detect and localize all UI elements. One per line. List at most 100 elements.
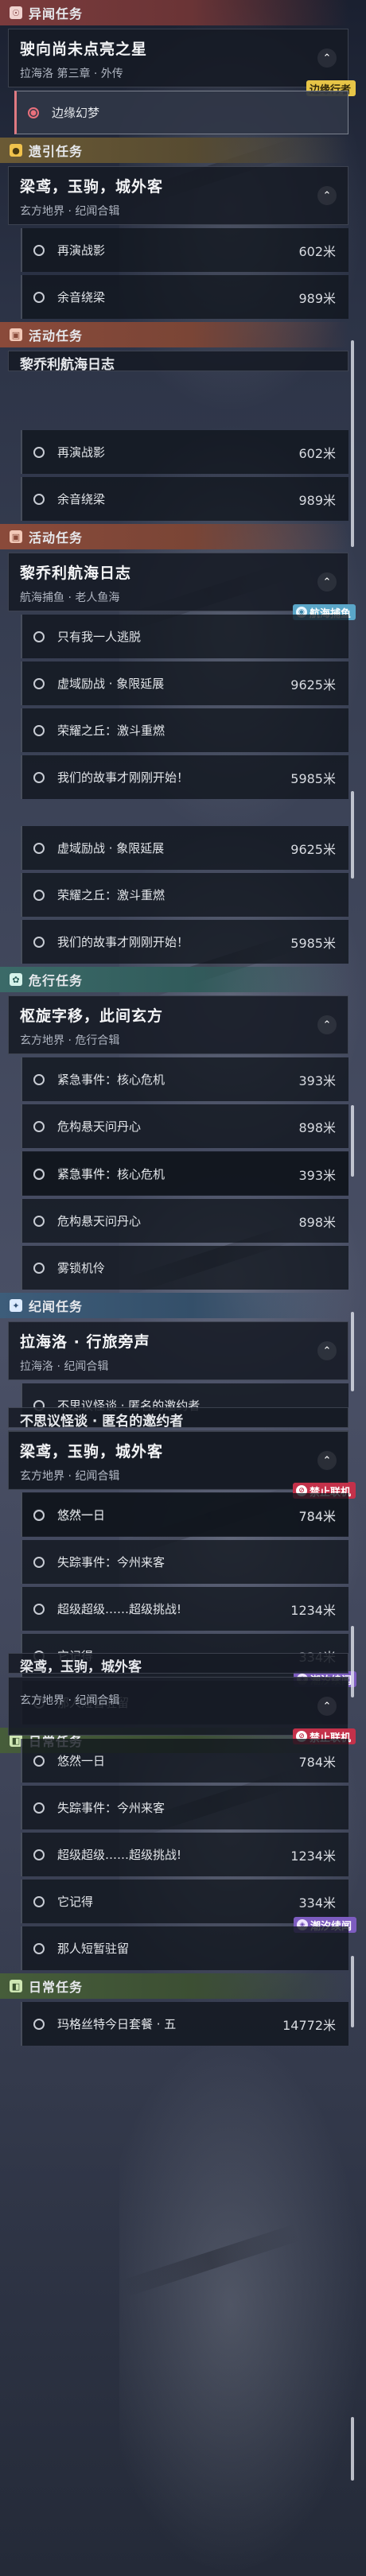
quest-step[interactable]: 紧急事件：核心危机 393米 xyxy=(21,1057,348,1101)
collapse-chevron-icon[interactable]: ⌃ xyxy=(317,1341,337,1360)
step-label: 失踪事件：今州来客 xyxy=(57,1801,165,1815)
step-label: 悠然一日 xyxy=(57,1508,106,1523)
quest-step[interactable]: 超级超级……超级挑战! 1234米 xyxy=(21,1833,348,1876)
collapse-chevron-icon[interactable]: ⌃ xyxy=(317,572,337,592)
quest-card[interactable]: 拉海洛 · 行旅旁声 拉海洛 · 纪闻合辑 ⌃ xyxy=(8,1321,348,1380)
quest-step[interactable]: 雾锁机伶 xyxy=(21,1246,348,1290)
step-distance: 989米 xyxy=(298,492,336,508)
quest-card-partial: 黎乔利航海日志 xyxy=(8,351,348,373)
step-label: 超级超级……超级挑战! xyxy=(57,1602,182,1616)
section-header[interactable]: ◧ 日常任务 xyxy=(0,1973,348,1999)
quest-step[interactable]: 边缘幻梦 xyxy=(14,91,348,134)
event-icon: ▣ xyxy=(10,530,22,543)
step-distance: 9625米 xyxy=(290,841,336,857)
quest-card[interactable]: 驶向尚未点亮之星 拉海洛 第三章 · 外传 ⌃ 边缘行者 xyxy=(8,29,356,96)
quest-subtitle: 玄方地界 · 纪闻合辑 xyxy=(20,205,120,218)
collapse-chevron-icon[interactable]: ⌃ xyxy=(317,1451,337,1470)
section-title: 纪闻任务 xyxy=(29,1299,84,1314)
quest-step[interactable]: 只有我一人逃脱 xyxy=(21,615,348,658)
step-distance: 393米 xyxy=(298,1167,336,1183)
quest-step[interactable]: 那人短暂驻留 xyxy=(21,1926,348,1970)
radio-circle-icon xyxy=(33,1755,45,1767)
scrollbar-thumb[interactable] xyxy=(351,1105,354,1177)
quest-card[interactable]: 枢旋字移，此间玄方 玄方地界 · 危行合辑 ⌃ xyxy=(8,995,348,1054)
quest-step[interactable]: 它记得334米◈潮汐续闻 xyxy=(21,1880,356,1933)
quest-step[interactable]: 再演战影 602米 xyxy=(21,430,348,474)
step-label: 悠然一日 xyxy=(57,1754,106,1768)
step-label: 余音绕梁 xyxy=(57,290,106,305)
section-header[interactable]: ☉ 异闻任务 xyxy=(0,0,348,25)
step-label: 余音绕梁 xyxy=(57,492,106,506)
collapse-chevron-icon[interactable]: ⌃ xyxy=(317,186,337,205)
scrollbar-thumb[interactable] xyxy=(351,1956,354,2027)
step-distance: 898米 xyxy=(298,1214,336,1230)
quest-step[interactable]: 我们的故事才刚刚开始！ 5985米 xyxy=(21,920,348,964)
quest-step[interactable]: 紧急事件：核心危机 393米 xyxy=(21,1152,348,1196)
radio-circle-icon xyxy=(33,842,45,854)
quest-card[interactable]: 黎乔利航海日志 航海捕鱼 · 老人鱼海 ⌃ ◉ 航海捕鱼 xyxy=(8,553,356,620)
quest-card-partial: 不思议怪谈 · 匿名的邀约者 xyxy=(8,1407,348,1430)
quest-step[interactable]: 余音绕梁 989米 xyxy=(21,477,348,521)
step-label: 紧急事件：核心危机 xyxy=(57,1167,165,1181)
quest-step[interactable]: 危构悬天问丹心 898米 xyxy=(21,1199,348,1243)
quest-step[interactable]: 再演战影 602米 xyxy=(21,228,348,272)
quest-step[interactable]: 超级超级……超级挑战! 1234米 xyxy=(21,1587,348,1631)
quest-subtitle: 玄方地界 · 纪闻合辑 xyxy=(20,1694,120,1707)
section-header[interactable]: ▣ 活动任务 xyxy=(0,524,348,549)
radio-circle-icon xyxy=(28,107,39,118)
quest-step[interactable]: 虚域励战 · 象限延展 9625米 xyxy=(21,661,348,705)
quest-step[interactable]: 虚域励战 · 象限延展 9625米 xyxy=(21,826,348,870)
scrollbar-thumb[interactable] xyxy=(351,791,354,879)
radio-circle-icon xyxy=(33,1849,45,1860)
mystery-icon: ☉ xyxy=(10,6,22,19)
step-label: 虚域励战 · 象限延展 xyxy=(57,841,165,855)
scrollbar-thumb[interactable] xyxy=(351,2417,354,2481)
section-title: 异闻任务 xyxy=(29,6,84,21)
quest-step[interactable]: 玛格丝特今日套餐 · 五 14772米 xyxy=(21,2002,348,2046)
step-distance: 14772米 xyxy=(282,2017,336,2033)
step-label: 紧急事件：核心危机 xyxy=(57,1073,165,1087)
step-distance: 9625米 xyxy=(290,677,336,692)
guide-icon: ● xyxy=(10,144,22,157)
quest-step[interactable]: 危构悬天问丹心 898米 xyxy=(21,1104,348,1148)
scrollbar-thumb[interactable] xyxy=(351,1312,354,1391)
scrollbar-thumb[interactable] xyxy=(351,340,354,547)
quest-panel: 虚域励战 · 象限延展 9625米荣耀之丘：激斗重燃我们的故事才刚刚开始！ 5985… xyxy=(0,823,366,1198)
quest-title: 拉海洛 · 行旅旁声 xyxy=(20,1333,150,1351)
section-title: 活动任务 xyxy=(29,328,84,343)
quest-subtitle: 拉海洛 第三章 · 外传 xyxy=(20,68,123,80)
radio-circle-icon xyxy=(33,1509,45,1521)
quest-step[interactable]: 荣耀之丘：激斗重燃 xyxy=(21,873,348,917)
radio-circle-icon xyxy=(33,1556,45,1568)
step-label: 失踪事件：今州来客 xyxy=(57,1555,165,1569)
quest-card[interactable]: 梁鸢，玉驹，城外客玄方地界 · 纪闻合辑 ⌃ xyxy=(8,166,348,225)
step-label: 荣耀之丘：激斗重燃 xyxy=(57,888,165,902)
collapse-chevron-icon[interactable]: ⌃ xyxy=(317,48,337,68)
section-header[interactable]: ✦ 纪闻任务 xyxy=(0,1293,348,1318)
section-header[interactable]: ● 遗引任务 xyxy=(0,138,348,163)
collapse-chevron-icon[interactable]: ⌃ xyxy=(317,1697,337,1716)
quest-step[interactable]: 失踪事件：今州来客 xyxy=(21,1540,348,1584)
section-title: 危行任务 xyxy=(29,973,84,988)
section-title: 活动任务 xyxy=(29,530,84,545)
quest-step[interactable]: 失踪事件：今州来客 xyxy=(21,1786,348,1829)
step-distance: 334米 xyxy=(298,1895,336,1911)
section-header[interactable]: ✿ 危行任务 xyxy=(0,967,348,992)
quest-card[interactable]: 梁鸢，玉驹，城外客玄方地界 · 纪闻合辑⌃⊘禁止联机 xyxy=(8,1431,356,1499)
quest-step[interactable]: 悠然一日 784米 xyxy=(21,1739,348,1783)
quest-step[interactable]: 荣耀之丘：激斗重燃 xyxy=(21,708,348,752)
quest-panel: 梁鸢，玉驹，城外客 玄方地界 · 纪闻合辑 ⌃ ⊘ 禁止联机 悠然一日 784米 失踪事件：今… xyxy=(0,1650,366,2049)
collapse-chevron-icon[interactable]: ⌃ xyxy=(317,1015,337,1034)
quest-step[interactable]: 悠然一日 784米 xyxy=(21,1493,348,1537)
step-distance: 5985米 xyxy=(290,935,336,951)
scrollbar-thumb[interactable] xyxy=(351,1626,354,1697)
quest-card-partial: 梁鸢，玉驹，城外客 xyxy=(8,1653,348,1675)
quest-title: 梁鸢，玉驹，城外客 xyxy=(20,178,164,196)
quest-card[interactable]: 玄方地界 · 纪闻合辑 ⌃ ⊘ 禁止联机 xyxy=(8,1677,356,1744)
radio-circle-icon xyxy=(33,1168,45,1180)
section-header[interactable]: ▣ 活动任务 xyxy=(0,322,348,347)
quest-step[interactable]: 我们的故事才刚刚开始！ 5985米 xyxy=(21,755,348,799)
quest-title: 枢旋字移，此间玄方 xyxy=(20,1007,164,1025)
quest-step[interactable]: 余音绕梁 989米 xyxy=(21,275,348,319)
radio-circle-icon xyxy=(33,244,45,256)
